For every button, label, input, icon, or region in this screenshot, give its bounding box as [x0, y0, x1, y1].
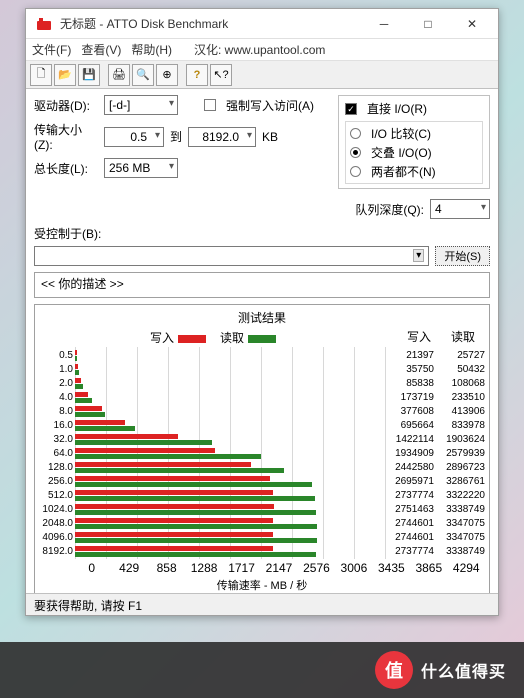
chart-y-labels: 0.51.02.04.08.016.032.064.0128.0256.0512…: [39, 347, 73, 559]
drive-select[interactable]: [-d-]: [104, 95, 178, 115]
status-bar: 要获得帮助, 请按 F1: [26, 593, 498, 615]
qdepth-label: 队列深度(Q):: [355, 201, 424, 218]
menu-help[interactable]: 帮助(H): [131, 41, 172, 58]
legend-read: 读取: [220, 331, 244, 345]
start-button[interactable]: 开始(S): [435, 246, 490, 266]
zoom-icon[interactable]: ⊕: [156, 64, 178, 86]
brand-name: 什么值得买: [421, 658, 506, 682]
window-title: 无标题 - ATTO Disk Benchmark: [60, 15, 362, 32]
results-panel: 测试结果 写入 读取 写入 读取 0.51.02.04.08.016.032.0…: [34, 304, 490, 598]
menu-credits: 汉化: www.upantool.com: [194, 41, 325, 58]
toolbar: 🗋 📂 💾 🖨 🔍 ⊕ ? ↖?: [26, 61, 498, 89]
maximize-button[interactable]: □: [406, 10, 450, 38]
whats-this-icon[interactable]: ↖?: [210, 64, 232, 86]
write-values-column: 2139735750858381737193776086956641422114…: [387, 349, 434, 559]
size-unit: KB: [262, 130, 278, 144]
app-icon: [36, 17, 54, 31]
menu-file[interactable]: 文件(F): [32, 41, 71, 58]
col-read-header: 读取: [451, 328, 475, 347]
overlap-io-label: 交叠 I/O(O): [371, 144, 432, 161]
io-compare-radio[interactable]: [350, 128, 361, 139]
chart-bars: [75, 347, 385, 559]
controlled-label: 受控制于(B):: [34, 225, 101, 242]
menu-view[interactable]: 查看(V): [81, 41, 121, 58]
write-swatch-icon: [178, 335, 206, 343]
help-icon[interactable]: ?: [186, 64, 208, 86]
new-icon[interactable]: 🗋: [30, 64, 52, 86]
size-to-select[interactable]: 8192.0: [188, 127, 256, 147]
io-compare-label: I/O 比较(C): [371, 125, 431, 142]
minimize-button[interactable]: ─: [362, 10, 406, 38]
force-write-label: 强制写入访问(A): [226, 97, 314, 114]
chart-x-axis: 042985812881717214725763006343538654294: [73, 561, 485, 575]
size-label: 传输大小(Z):: [34, 121, 98, 152]
print-icon[interactable]: 🖨: [108, 64, 130, 86]
force-write-checkbox[interactable]: [204, 99, 216, 111]
brand-footer: 值 什么值得买: [0, 642, 524, 698]
brand-logo-icon: 值: [375, 651, 413, 689]
qdepth-select[interactable]: 4: [430, 199, 490, 219]
read-values-column: 2572750432108068233510413906833978190362…: [438, 349, 485, 559]
direct-io-label: 直接 I/O(R): [367, 100, 427, 117]
length-select[interactable]: 256 MB: [104, 158, 178, 178]
save-icon[interactable]: 💾: [78, 64, 100, 86]
direct-io-checkbox[interactable]: ✓: [345, 103, 357, 115]
controlled-select[interactable]: [34, 246, 429, 266]
size-from-select[interactable]: 0.5: [104, 127, 164, 147]
drive-label: 驱动器(D):: [34, 97, 98, 114]
open-icon[interactable]: 📂: [54, 64, 76, 86]
chart-x-label: 传输速率 - MB / 秒: [39, 577, 485, 593]
read-swatch-icon: [248, 335, 276, 343]
close-button[interactable]: ✕: [450, 10, 494, 38]
length-label: 总长度(L):: [34, 160, 98, 177]
size-to-label: 到: [170, 128, 182, 145]
results-title: 测试结果: [39, 307, 485, 328]
menubar: 文件(F) 查看(V) 帮助(H) 汉化: www.upantool.com: [26, 39, 498, 61]
legend-write: 写入: [150, 331, 174, 345]
col-write-header: 写入: [407, 328, 431, 347]
description-input[interactable]: << 你的描述 >>: [34, 272, 490, 298]
neither-label: 两者都不(N): [371, 163, 436, 180]
overlap-io-radio[interactable]: [350, 147, 361, 158]
preview-icon[interactable]: 🔍: [132, 64, 154, 86]
neither-radio[interactable]: [350, 166, 361, 177]
